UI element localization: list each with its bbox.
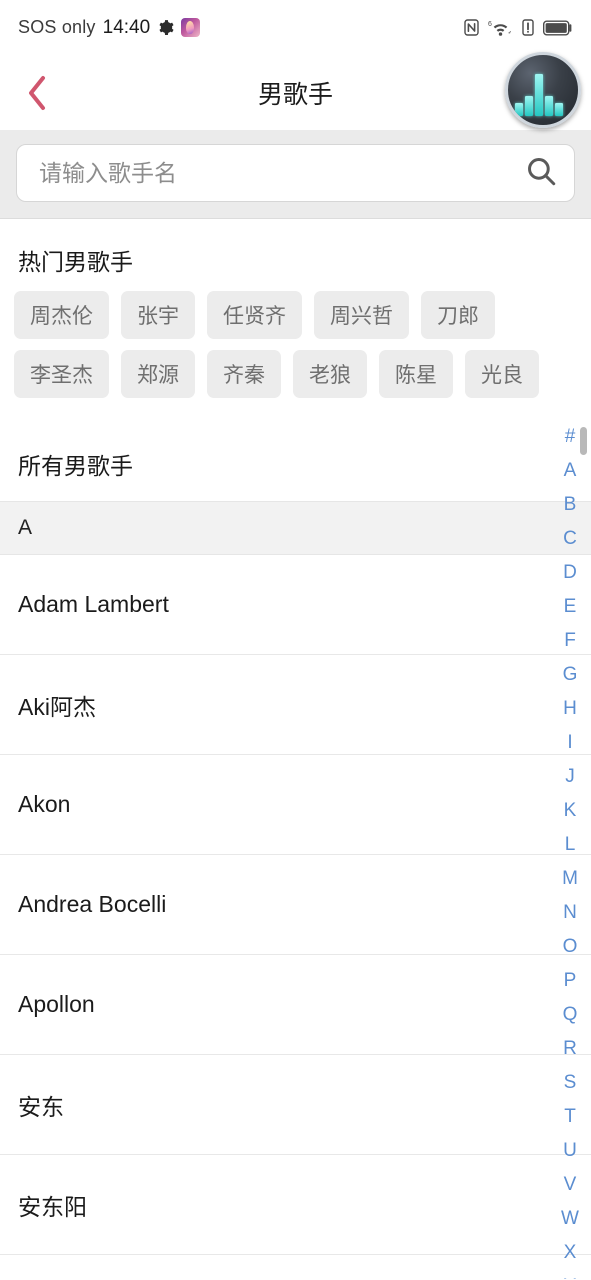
carrier-label: SOS only [18,17,96,37]
list-item[interactable]: 安东 [0,1055,591,1155]
list-item[interactable]: Akon [0,755,591,855]
index-letter-k[interactable]: K [549,793,591,827]
artist-tag[interactable]: 齐秦 [207,350,281,398]
index-letter-i[interactable]: I [549,725,591,759]
list-item[interactable]: Adam Lambert [0,555,591,655]
tag-row: 李圣杰 郑源 齐秦 老狼 陈星 光良 [14,350,577,398]
section-header-a: A [0,501,591,555]
search-box[interactable] [16,144,575,202]
list-item[interactable]: 安东阳 [0,1155,591,1255]
back-button[interactable] [16,70,58,116]
all-section-title: 所有男歌手 [18,453,133,479]
phone-screen: SOS only 14:40 6 男歌手 请输入歌手名 热门男歌手 周杰伦 张宇… [0,0,591,1280]
status-bar-right: 6 [464,19,573,37]
artist-tag[interactable]: 周杰伦 [14,291,109,339]
index-letter-w[interactable]: W [549,1201,591,1235]
tag-row: 周杰伦 张宇 任贤齐 周兴哲 刀郎 [14,291,577,339]
artist-tag[interactable]: 光良 [465,350,539,398]
search-bar-container [0,130,591,219]
scroll-content[interactable]: 热门男歌手 周杰伦 张宇 任贤齐 周兴哲 刀郎 李圣杰 郑源 齐秦 老狼 陈星 … [0,219,591,1279]
index-letter-u[interactable]: U [549,1133,591,1167]
index-letter-g[interactable]: G [549,657,591,691]
index-letter-p[interactable]: P [549,963,591,997]
app-badge-icon [181,18,201,37]
equalizer-avatar[interactable] [505,52,581,128]
index-letter-o[interactable]: O [549,929,591,963]
index-letter-s[interactable]: S [549,1065,591,1099]
hot-artist-tags: 周杰伦 张宇 任贤齐 周兴哲 刀郎 李圣杰 郑源 齐秦 老狼 陈星 光良 [0,291,591,425]
list-item[interactable]: Apollon [0,955,591,1055]
chevron-left-icon [29,75,45,110]
artist-tag[interactable]: 张宇 [121,291,195,339]
index-letter-l[interactable]: L [549,827,591,861]
alphabet-index[interactable]: # A B C D E F G H I J K L M N O P Q R S … [549,419,591,1280]
index-letter-v[interactable]: V [549,1167,591,1201]
status-bar-left: SOS only 14:40 [18,17,464,39]
svg-text:6: 6 [488,21,492,28]
artist-tag[interactable]: 刀郎 [421,291,495,339]
list-item[interactable]: Aki阿杰 [0,655,591,755]
vertical-scrollbar-thumb[interactable] [580,427,587,455]
index-letter-q[interactable]: Q [549,997,591,1031]
artist-tag[interactable]: 老狼 [293,350,367,398]
status-bar: SOS only 14:40 6 [0,0,591,55]
index-letter-b[interactable]: B [549,487,591,521]
index-letter-f[interactable]: F [549,623,591,657]
index-letter-x[interactable]: X [549,1235,591,1269]
index-letter-t[interactable]: T [549,1099,591,1133]
alert-icon [522,19,534,36]
index-letter-e[interactable]: E [549,589,591,623]
index-letter-c[interactable]: C [549,521,591,555]
index-letter-d[interactable]: D [549,555,591,589]
list-item[interactable]: Andrea Bocelli [0,855,591,955]
battery-icon [543,20,573,36]
index-letter-r[interactable]: R [549,1031,591,1065]
artist-tag[interactable]: 任贤齐 [207,291,302,339]
artist-tag[interactable]: 周兴哲 [314,291,409,339]
index-letter-y[interactable]: Y [549,1269,591,1280]
index-letter-j[interactable]: J [549,759,591,793]
artist-tag[interactable]: 李圣杰 [14,350,109,398]
equalizer-bars-icon [515,70,571,116]
clock-label: 14:40 [102,16,151,38]
wifi-6-icon: 6 [488,19,513,37]
index-letter-a[interactable]: A [549,453,591,487]
index-letter-m[interactable]: M [549,861,591,895]
index-letter-n[interactable]: N [549,895,591,929]
hot-section-title: 热门男歌手 [18,249,133,275]
search-icon[interactable] [524,154,558,193]
navigation-bar: 男歌手 [0,52,591,130]
artist-tag[interactable]: 陈星 [379,350,453,398]
page-title: 男歌手 [257,80,333,109]
gear-icon [157,19,174,36]
search-input[interactable] [39,159,524,187]
artist-tag[interactable]: 郑源 [121,350,195,398]
index-letter-h[interactable]: H [549,691,591,725]
nfc-icon [464,19,479,36]
